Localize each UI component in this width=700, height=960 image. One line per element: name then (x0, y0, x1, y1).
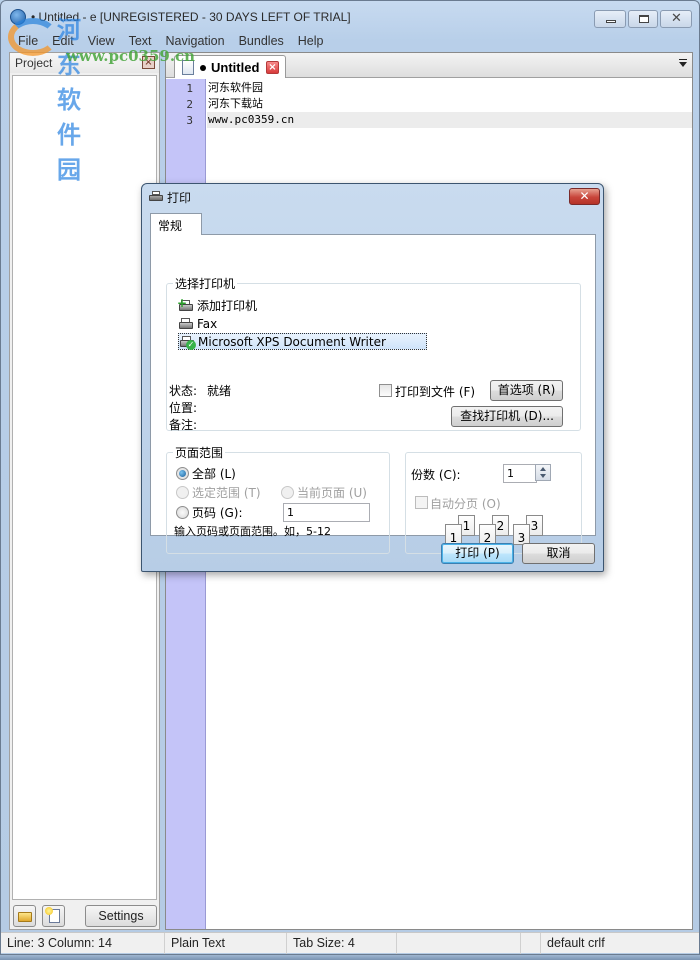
collate-pages-icon: 3 3 (513, 515, 547, 545)
modified-dot-icon (200, 65, 206, 71)
copies-label: 份数 (C): (411, 468, 461, 482)
collate-page: 1 (445, 524, 462, 545)
app-icon (10, 9, 26, 25)
page-range-selection-radio[interactable] (176, 486, 189, 499)
printer-name: 添加打印机 (197, 299, 258, 313)
collate-page: 3 (513, 524, 530, 545)
status-value: 就绪 (207, 384, 232, 398)
fax-printer-icon (178, 317, 195, 331)
page-range-current-radio[interactable] (281, 486, 294, 499)
printer-name: Fax (197, 316, 218, 331)
project-panel-header: Project × (10, 53, 159, 73)
preferences-button[interactable]: 首选项 (R) (490, 380, 563, 401)
project-panel-close-icon[interactable]: × (142, 56, 155, 69)
tab-list-dropdown-icon[interactable] (679, 59, 687, 67)
document-icon (182, 60, 194, 75)
menu-edit[interactable]: Edit (45, 32, 81, 51)
open-folder-button[interactable] (13, 905, 36, 927)
printer-icon (149, 191, 163, 203)
maximize-button[interactable] (628, 10, 658, 28)
page-range-input[interactable]: 1 (283, 503, 370, 522)
title-bar: • Untitled - e [UNREGISTERED - 30 DAYS L… (1, 1, 699, 31)
print-dialog: 打印 ✕ 常规 选择打印机 + 添加打印机 Fax ✓ Microsoft XP… (141, 183, 604, 572)
folder-icon (18, 912, 32, 922)
page-range-all-radio[interactable] (176, 467, 189, 480)
collate-page: 2 (479, 524, 496, 545)
page-range-label: 页面范围 (173, 444, 226, 461)
collate-checkbox[interactable] (415, 496, 428, 509)
minimize-button[interactable] (594, 10, 626, 28)
page-range-pages-radio[interactable] (176, 506, 189, 519)
tab-title: Untitled (211, 60, 260, 75)
location-label: 位置: (169, 401, 198, 415)
project-panel-title: Project (15, 56, 53, 70)
print-to-file-label[interactable]: 打印到文件 (F) (395, 383, 475, 400)
find-printer-button[interactable]: 查找打印机 (D)... (451, 406, 563, 427)
cancel-button[interactable]: 取消 (522, 543, 595, 564)
page-range-all-label[interactable]: 全部 (L) (192, 465, 236, 482)
copies-input[interactable]: 1 (503, 464, 537, 483)
collate-pages-icon: 2 2 (479, 515, 513, 545)
line-number: 3 (186, 114, 193, 127)
status-line-endings[interactable]: default crlf (541, 933, 691, 954)
comment-label: 备注: (169, 418, 198, 432)
dialog-close-button[interactable]: ✕ (569, 188, 600, 205)
maximize-icon (639, 15, 649, 23)
line-number: 1 (186, 82, 193, 95)
menu-bar: File Edit View Text Navigation Bundles H… (9, 32, 695, 51)
new-file-icon (45, 907, 60, 923)
tab-untitled[interactable]: Untitled × (174, 55, 286, 78)
project-file-list[interactable] (12, 75, 157, 900)
copies-spinner[interactable] (535, 464, 551, 481)
menu-view[interactable]: View (81, 32, 122, 51)
dialog-body: 常规 选择打印机 + 添加打印机 Fax ✓ Microsoft XPS Doc… (150, 213, 596, 554)
line-number: 2 (186, 98, 193, 111)
code-line[interactable]: 河东下载站 (207, 96, 692, 112)
close-button[interactable]: ✕ (660, 10, 692, 28)
taskbar (0, 955, 700, 960)
printer-list-item[interactable]: + 添加打印机 (177, 296, 258, 314)
status-cursor-position: Line: 3 Column: 14 (1, 933, 165, 954)
collate-label[interactable]: 自动分页 (O) (430, 495, 501, 512)
status-bar: Line: 3 Column: 14 Plain Text Tab Size: … (1, 932, 699, 954)
window-title: • Untitled - e [UNREGISTERED - 30 DAYS L… (31, 10, 351, 24)
print-button[interactable]: 打印 (P) (441, 543, 514, 564)
print-to-file-checkbox[interactable] (379, 384, 392, 397)
page-range-selection-label[interactable]: 选定范围 (T) (192, 484, 261, 501)
general-tab-panel: 选择打印机 + 添加打印机 Fax ✓ Microsoft XPS Docume… (150, 234, 596, 554)
status-label: 状态: (169, 384, 198, 398)
page-range-current-label[interactable]: 当前页面 (U) (297, 484, 367, 501)
menu-bundles[interactable]: Bundles (232, 32, 291, 51)
settings-button[interactable]: Settings (85, 905, 157, 927)
printer-name: Microsoft XPS Document Writer (198, 334, 386, 349)
menu-text[interactable]: Text (122, 32, 159, 51)
status-syntax[interactable]: Plain Text (165, 933, 287, 954)
menu-help[interactable]: Help (291, 32, 331, 51)
printer-list-item-selected[interactable]: ✓ Microsoft XPS Document Writer (178, 333, 427, 350)
printer-list-item[interactable]: Fax (178, 315, 217, 332)
project-panel: Project × Settings (9, 52, 160, 930)
editor-tab-bar: Untitled × (166, 53, 692, 78)
menu-file[interactable]: File (9, 32, 45, 51)
menu-navigation[interactable]: Navigation (159, 32, 232, 51)
dialog-title: 打印 (167, 191, 192, 205)
tab-close-icon[interactable]: × (266, 61, 279, 74)
status-blank-cell (397, 933, 521, 954)
select-printer-label: 选择打印机 (173, 275, 238, 292)
tab-general[interactable]: 常规 (150, 213, 202, 235)
default-printer-icon: ✓ (179, 335, 196, 350)
code-line-current[interactable]: www.pc0359.cn (207, 112, 692, 128)
add-printer-icon: + (177, 296, 195, 313)
code-line[interactable]: 河东软件园 (207, 80, 692, 96)
status-tab-size[interactable]: Tab Size: 4 (287, 933, 397, 954)
close-icon: ✕ (671, 11, 682, 26)
minimize-icon (606, 20, 616, 23)
page-range-pages-label[interactable]: 页码 (G): (192, 504, 243, 521)
new-file-button[interactable] (42, 905, 65, 927)
status-separator (521, 933, 541, 954)
collate-pages-icon: 1 1 (445, 515, 479, 545)
page-range-hint: 输入页码或页面范围。如，5-12 (174, 525, 331, 538)
